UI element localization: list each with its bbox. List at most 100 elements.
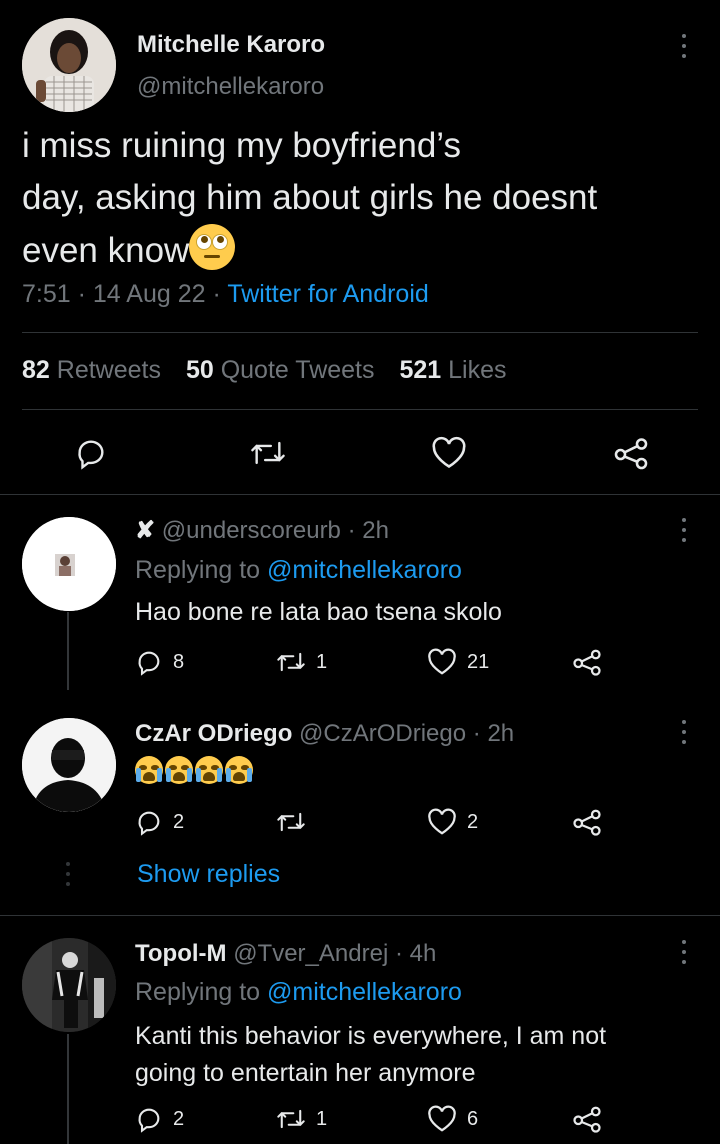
like-count: 2 (467, 810, 479, 833)
reply-icon (138, 811, 160, 836)
retweets-stat[interactable]: 82 Retweets (22, 356, 161, 384)
meta-separator: · (347, 517, 356, 544)
share-button[interactable] (572, 648, 602, 676)
heart-icon (428, 648, 456, 675)
tweet-date: 14 Aug 22 (92, 280, 206, 308)
replying-label: Replying to (135, 978, 261, 1006)
reply-text-line: Kanti this behavior is everywhere, I am … (135, 1022, 607, 1050)
share-button[interactable] (572, 1105, 602, 1133)
heart-icon (432, 436, 466, 468)
replying-to: Replying to @mitchellekaroro (135, 978, 462, 1007)
retweets-count: 82 (22, 356, 50, 384)
reply-count: 2 (173, 1107, 185, 1130)
reply-author-name[interactable]: Topol-M (135, 940, 227, 967)
reply-time: 2h (362, 517, 389, 544)
quotes-count: 50 (185, 356, 214, 384)
thread-line (67, 612, 69, 690)
reply-icon (78, 440, 104, 470)
reply-text: Hao bone re lata bao tsena skolo (135, 598, 502, 626)
tweet-time: 7:51 (22, 280, 71, 308)
reply-icon (138, 1108, 160, 1133)
retweet-icon (277, 812, 305, 832)
reply-icon (138, 651, 160, 676)
heart-icon (428, 1105, 456, 1132)
like-button[interactable]: 2 (427, 808, 478, 836)
reply-avatar[interactable] (22, 938, 116, 1032)
retweet-icon (277, 652, 305, 672)
loudly-crying-face-icon (165, 756, 193, 784)
reply-header: Topol-M @Tver_Andrej · 4h (135, 940, 436, 968)
heart-icon (428, 808, 456, 835)
share-icon (573, 1106, 601, 1133)
reply-emojis (135, 756, 255, 784)
like-count: 21 (467, 650, 490, 673)
retweet-button[interactable] (249, 436, 287, 470)
author-handle[interactable]: @mitchellekaroro (137, 73, 324, 101)
loudly-crying-face-icon (135, 756, 163, 784)
retweet-icon (251, 441, 285, 465)
retweet-count: 1 (316, 650, 328, 673)
more-options-icon[interactable] (681, 518, 687, 542)
like-count: 6 (467, 1107, 479, 1130)
tweet-text: i miss ruining my boyfriend’s day, askin… (22, 120, 702, 277)
share-icon (614, 438, 648, 470)
x-mark-icon: ✘ (135, 517, 156, 544)
like-button[interactable]: 6 (427, 1105, 478, 1133)
like-button[interactable]: 21 (427, 648, 489, 676)
quotes-label: Quote Tweets (220, 356, 375, 384)
share-button[interactable] (572, 808, 602, 836)
author-name[interactable]: Mitchelle Karoro (137, 31, 325, 59)
tweet-meta: 7:51 · 14 Aug 22 · Twitter for Android (22, 280, 429, 309)
reply-button[interactable] (74, 436, 108, 470)
reply-handle[interactable]: @Tver_Andrej (233, 940, 388, 967)
divider (22, 332, 698, 333)
reply-handle[interactable]: @CzArODriego (299, 720, 466, 747)
reply-time: 4h (409, 940, 437, 967)
reply-count: 2 (173, 810, 185, 833)
reply-header: CzAr ODriego @CzArODriego · 2h (135, 720, 514, 748)
meta-separator: · (212, 280, 221, 308)
replying-to-handle[interactable]: @mitchellekaroro (267, 556, 462, 584)
share-icon (573, 809, 601, 836)
rolling-eyes-emoji-icon (189, 224, 236, 270)
reply-button[interactable]: 2 (135, 808, 184, 836)
more-options-icon[interactable] (681, 940, 687, 964)
quotes-stat[interactable]: 50 Quote Tweets (186, 356, 375, 384)
retweet-count: 1 (316, 1107, 328, 1130)
likes-stat[interactable]: 521 Likes (399, 356, 506, 384)
likes-label: Likes (448, 356, 507, 384)
retweet-icon (277, 1109, 305, 1129)
reply-author-name[interactable]: CzAr ODriego (135, 720, 292, 747)
reply-button[interactable]: 8 (135, 648, 184, 676)
reply-avatar[interactable] (22, 718, 116, 812)
reply-avatar[interactable] (22, 517, 116, 611)
divider (0, 915, 720, 916)
more-replies-dots-icon (66, 862, 70, 886)
show-replies-link[interactable]: Show replies (137, 860, 280, 889)
tweet-source-link[interactable]: Twitter for Android (227, 280, 428, 308)
replying-to-handle[interactable]: @mitchellekaroro (267, 978, 462, 1006)
retweet-button[interactable] (276, 808, 306, 836)
more-options-icon[interactable] (681, 720, 687, 744)
reply-handle[interactable]: @underscoreurb (162, 517, 341, 544)
likes-count: 521 (399, 356, 442, 384)
replying-label: Replying to (135, 556, 261, 584)
tweet-text-line-end: even know (22, 231, 190, 270)
tweet-text-line: even know (22, 224, 702, 277)
share-icon (573, 649, 601, 676)
reply-button[interactable]: 2 (135, 1105, 184, 1133)
tweet-text-line: day, asking him about girls he doesnt (22, 178, 598, 217)
reply-time: 2h (487, 720, 515, 747)
retweet-button[interactable]: 1 (276, 1105, 327, 1133)
divider (0, 494, 720, 495)
more-options-icon[interactable] (681, 34, 687, 58)
reply-header: ✘ @underscoreurb · 2h (135, 516, 389, 545)
reply-text-line: going to entertain her anymore (135, 1059, 476, 1087)
share-button[interactable] (613, 436, 649, 470)
author-avatar[interactable] (22, 18, 116, 112)
thread-line (67, 1034, 69, 1144)
meta-separator: · (394, 940, 403, 967)
like-button[interactable] (431, 436, 467, 470)
retweet-button[interactable]: 1 (276, 648, 327, 676)
loudly-crying-face-icon (225, 756, 253, 784)
